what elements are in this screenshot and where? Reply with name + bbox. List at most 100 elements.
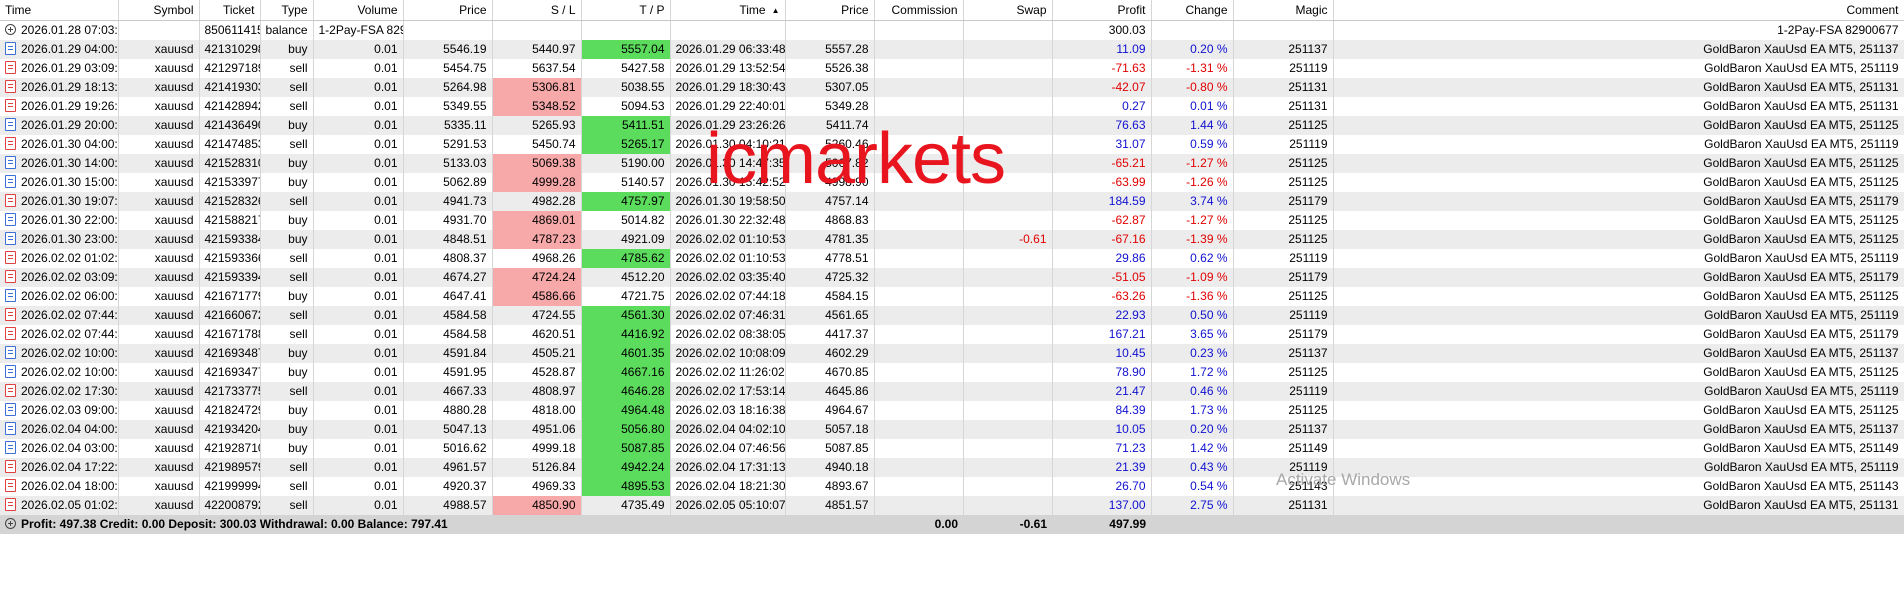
cell-value: 5264.98 [443, 80, 487, 94]
cell-close-price: 5057.18 [785, 420, 875, 439]
cell-type: sell [260, 458, 314, 477]
cell-value: 5087.85 [621, 441, 665, 455]
cell-commission [874, 230, 964, 249]
cell-profit: 10.45 [1052, 344, 1152, 363]
column-header-ticket[interactable]: Ticket [199, 0, 261, 21]
column-header-price[interactable]: Price [403, 0, 493, 21]
cell-value: 5306.81 [532, 80, 576, 94]
table-row[interactable]: 2026.01.30 15:00:00 xauusd 4215339779 buy 0.… [0, 173, 1904, 192]
cell-value: xauusd [154, 346, 194, 360]
cell-tp: 5427.58 [581, 59, 671, 78]
table-row[interactable]: 2026.02.02 07:44:19 xauusd 4216606726 sell 0… [0, 306, 1904, 325]
cell-value: 4999.28 [532, 175, 576, 189]
table-row[interactable]: 2026.01.30 22:00:00 xauusd 4215882175 buy 0.… [0, 211, 1904, 230]
column-header-swap[interactable]: Swap [963, 0, 1053, 21]
cell-value: 4647.41 [443, 289, 487, 303]
cell-value: GoldBaron XauUsd EA MT5, 251143 [1703, 479, 1899, 493]
balance-row[interactable]: 2026.01.28 07:03:56 850611415 balance 1-2Pa… [0, 20, 1904, 40]
cell-sl: 5126.84 [492, 458, 582, 477]
column-header-magic[interactable]: Magic [1233, 0, 1334, 21]
cell-ticket: 4214748531 [199, 135, 261, 154]
cell-type: buy [260, 173, 314, 192]
cell-tp: 4757.97 [581, 192, 671, 211]
table-row[interactable]: 2026.02.05 01:02:00 xauusd 4220087924 sell 0… [0, 496, 1904, 515]
cell-close-price: 4964.67 [785, 401, 875, 420]
cell-commission [874, 420, 964, 439]
cell-value: 5450.74 [532, 137, 576, 151]
cell-ticket: 4214289429 [199, 97, 261, 116]
cell-value: 0.01 % [1190, 99, 1228, 113]
table-row[interactable]: 2026.01.30 04:00:11 xauusd 4214748531 sell 0… [0, 135, 1904, 154]
cell-tp: 4601.35 [581, 344, 671, 363]
column-header-volume[interactable]: Volume [313, 0, 404, 21]
collapse-icon[interactable] [5, 518, 16, 529]
cell-value: 4584.15 [825, 289, 869, 303]
cell-value: sell [289, 270, 308, 284]
buy-order-icon [5, 422, 16, 435]
table-header-row: Time Symbol Ticket Type Volume Price S / L T / … [0, 0, 1904, 21]
cell-sl: 4787.23 [492, 230, 582, 249]
cell-value: 2026.02.02 03:35:40 [675, 270, 785, 284]
cell-comment: GoldBaron XauUsd EA MT5, 251137 [1333, 344, 1904, 363]
table-row[interactable]: 2026.02.04 18:00:00 xauusd 4219999947 sell 0… [0, 477, 1904, 496]
table-row[interactable]: 2026.01.30 23:00:00 xauusd 4215933845 buy 0.… [0, 230, 1904, 249]
column-header-profit[interactable]: Profit [1052, 0, 1152, 21]
cell-symbol: xauusd [118, 439, 200, 458]
column-header-type[interactable]: Type [260, 0, 314, 21]
cell-volume: 0.01 [313, 135, 404, 154]
column-header-symbol[interactable]: Symbol [118, 0, 200, 21]
table-row[interactable]: 2026.02.02 01:02:00 xauusd 4215933661 sell 0… [0, 249, 1904, 268]
table-row[interactable]: 2026.01.29 19:26:03 xauusd 4214289429 sell 0… [0, 97, 1904, 116]
cell-volume: 0.01 [313, 401, 404, 420]
table-row[interactable]: 2026.01.30 19:07:18 xauusd 4215283262 sell 0… [0, 192, 1904, 211]
cell-change: 0.62 % [1151, 249, 1234, 268]
cell-value: 2026.01.29 13:52:54 [675, 61, 785, 75]
column-header-close-price[interactable]: Price [785, 0, 875, 21]
table-row[interactable]: 2026.02.02 17:30:08 xauusd 4217337753 sell 0… [0, 382, 1904, 401]
column-header-close-time[interactable]: Time ▲ [670, 0, 786, 21]
column-header-change[interactable]: Change [1151, 0, 1234, 21]
table-row[interactable]: 2026.02.04 03:00:01 xauusd 4219287100 buy 0.… [0, 439, 1904, 458]
table-row[interactable]: 2026.02.02 03:09:24 xauusd 4215933940 sell 0… [0, 268, 1904, 287]
cell-close-time: 2026.01.30 22:32:48 [670, 211, 786, 230]
cell-magic: 251119 [1233, 382, 1334, 401]
cell-sl: 5306.81 [492, 78, 582, 97]
column-header-sl[interactable]: S / L [492, 0, 582, 21]
cell-value: 4725.32 [825, 270, 869, 284]
column-header-comment[interactable]: Comment [1333, 0, 1904, 21]
buy-order-icon [5, 289, 16, 302]
table-row[interactable]: 2026.02.02 10:00:00 xauusd 4216934777 buy 0.… [0, 363, 1904, 382]
cell-value: 29.86 [1115, 251, 1146, 265]
column-header-commission[interactable]: Commission [874, 0, 964, 21]
table-row[interactable]: 2026.02.02 10:00:00 xauusd 4216934870 buy 0.… [0, 344, 1904, 363]
cell-value: 0.01 [374, 479, 398, 493]
cell-value: 4808.97 [532, 384, 576, 398]
table-row[interactable]: 2026.01.29 03:09:53 xauusd 4212971897 sell 0… [0, 59, 1904, 78]
table-row[interactable]: 2026.01.30 14:00:00 xauusd 4215283108 buy 0.… [0, 154, 1904, 173]
cell-value: 4778.51 [825, 251, 869, 265]
cell-value: GoldBaron XauUsd EA MT5, 251179 [1703, 327, 1899, 341]
cell-time: 2026.02.02 10:00:00 [0, 363, 119, 382]
column-header-time[interactable]: Time [0, 0, 119, 21]
table-row[interactable]: 2026.01.29 04:00:00 xauusd 4213102989 buy 0.… [0, 40, 1904, 59]
table-row[interactable]: 2026.02.03 09:00:00 xauusd 4218247291 buy 0.… [0, 401, 1904, 420]
cell-time: 2026.02.02 06:00:00 [0, 287, 119, 306]
cell-value: 2026.01.30 22:32:48 [675, 213, 785, 227]
table-row[interactable]: 2026.01.29 18:13:47 xauusd 4214193037 sell 0… [0, 78, 1904, 97]
table-row[interactable]: 2026.02.02 06:00:00 xauusd 4216717795 buy 0.… [0, 287, 1904, 306]
table-row[interactable]: 2026.02.04 17:22:42 xauusd 4219895791 sell 0… [0, 458, 1904, 477]
table-row[interactable]: 2026.02.04 04:00:00 xauusd 4219342041 buy 0.… [0, 420, 1904, 439]
table-row[interactable]: 2026.02.02 07:44:19 xauusd 4216717885 sell 0… [0, 325, 1904, 344]
cell-ticket: 4215882175 [199, 211, 261, 230]
table-row[interactable]: 2026.01.29 20:00:00 xauusd 4214364902 buy 0.… [0, 116, 1904, 135]
cell-time: 2026.01.29 04:00:00 [0, 40, 119, 59]
cell-close-price: 4725.32 [785, 268, 875, 287]
cell-value: 4620.51 [532, 327, 576, 341]
column-header-tp[interactable]: T / P [581, 0, 671, 21]
cell-value: -1.39 % [1186, 232, 1228, 246]
expand-plus-icon[interactable] [5, 24, 16, 35]
cell-close-time: 2026.02.02 11:26:02 [670, 363, 786, 382]
cell-price: 5546.19 [403, 40, 493, 59]
cell-magic: 251119 [1233, 249, 1334, 268]
cell-price: 4584.58 [403, 325, 493, 344]
